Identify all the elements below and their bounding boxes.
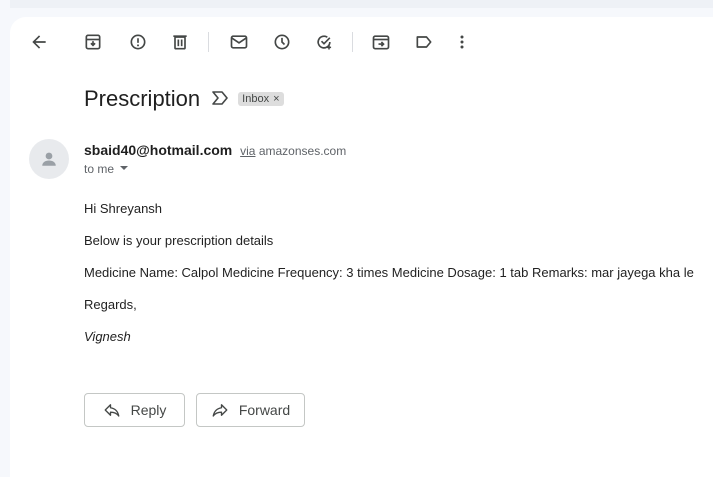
report-spam-button[interactable] — [124, 28, 152, 56]
archive-button[interactable] — [79, 28, 107, 56]
snooze-button[interactable] — [268, 28, 296, 56]
mark-unread-button[interactable] — [225, 28, 253, 56]
body-signature: Vignesh — [84, 329, 131, 344]
snooze-icon — [274, 34, 290, 50]
reply-button[interactable]: Reply — [84, 393, 185, 427]
inbox-label-text: Inbox — [242, 93, 270, 105]
via-link[interactable]: via — [240, 144, 255, 158]
reply-icon — [104, 404, 120, 417]
recipients-text: to me — [84, 162, 115, 176]
remove-label-button[interactable]: × — [273, 93, 279, 105]
subject-row: Prescription Inbox × — [84, 84, 284, 114]
mark-unread-icon — [230, 35, 248, 49]
forward-label: Forward — [238, 402, 291, 418]
more-icon — [460, 35, 464, 49]
reply-label: Reply — [130, 402, 167, 418]
person-icon — [42, 152, 56, 166]
body-regards: Regards, — [84, 297, 137, 312]
body-intro: Below is your prescription details — [84, 233, 274, 248]
avatar[interactable] — [29, 139, 69, 179]
move-to-button[interactable] — [367, 28, 395, 56]
toolbar-divider — [352, 32, 353, 52]
archive-icon — [85, 34, 101, 50]
toolbar-divider — [208, 32, 209, 52]
forward-icon — [212, 404, 228, 417]
forward-button[interactable]: Forward — [196, 393, 305, 427]
top-strip — [10, 0, 713, 8]
recipients-dropdown[interactable]: to me — [84, 162, 129, 176]
sender-email[interactable]: sbaid40@hotmail.com — [84, 142, 232, 158]
move-to-icon — [372, 35, 390, 50]
labels-button[interactable] — [410, 28, 438, 56]
labels-icon — [416, 36, 432, 48]
via-info: via amazonses.com — [240, 144, 346, 158]
inbox-label-chip: Inbox × — [238, 92, 284, 106]
add-task-icon — [317, 35, 332, 50]
importance-marker-icon[interactable] — [212, 90, 228, 108]
chevron-down-icon — [120, 166, 129, 170]
delete-icon — [173, 35, 187, 50]
email-subject: Prescription — [84, 86, 201, 111]
back-icon — [32, 35, 46, 49]
body-prescription-details: Medicine Name: Calpol Medicine Frequency… — [84, 265, 694, 280]
body-greeting: Hi Shreyansh — [84, 201, 163, 216]
sender-line: sbaid40@hotmail.com via amazonses.com — [84, 142, 346, 158]
report-spam-icon — [130, 34, 146, 50]
via-domain: amazonses.com — [258, 144, 347, 158]
back-button[interactable] — [25, 28, 53, 56]
toolbar — [0, 28, 713, 56]
more-options-button[interactable] — [448, 28, 476, 56]
delete-button[interactable] — [166, 28, 194, 56]
add-task-button[interactable] — [310, 28, 338, 56]
